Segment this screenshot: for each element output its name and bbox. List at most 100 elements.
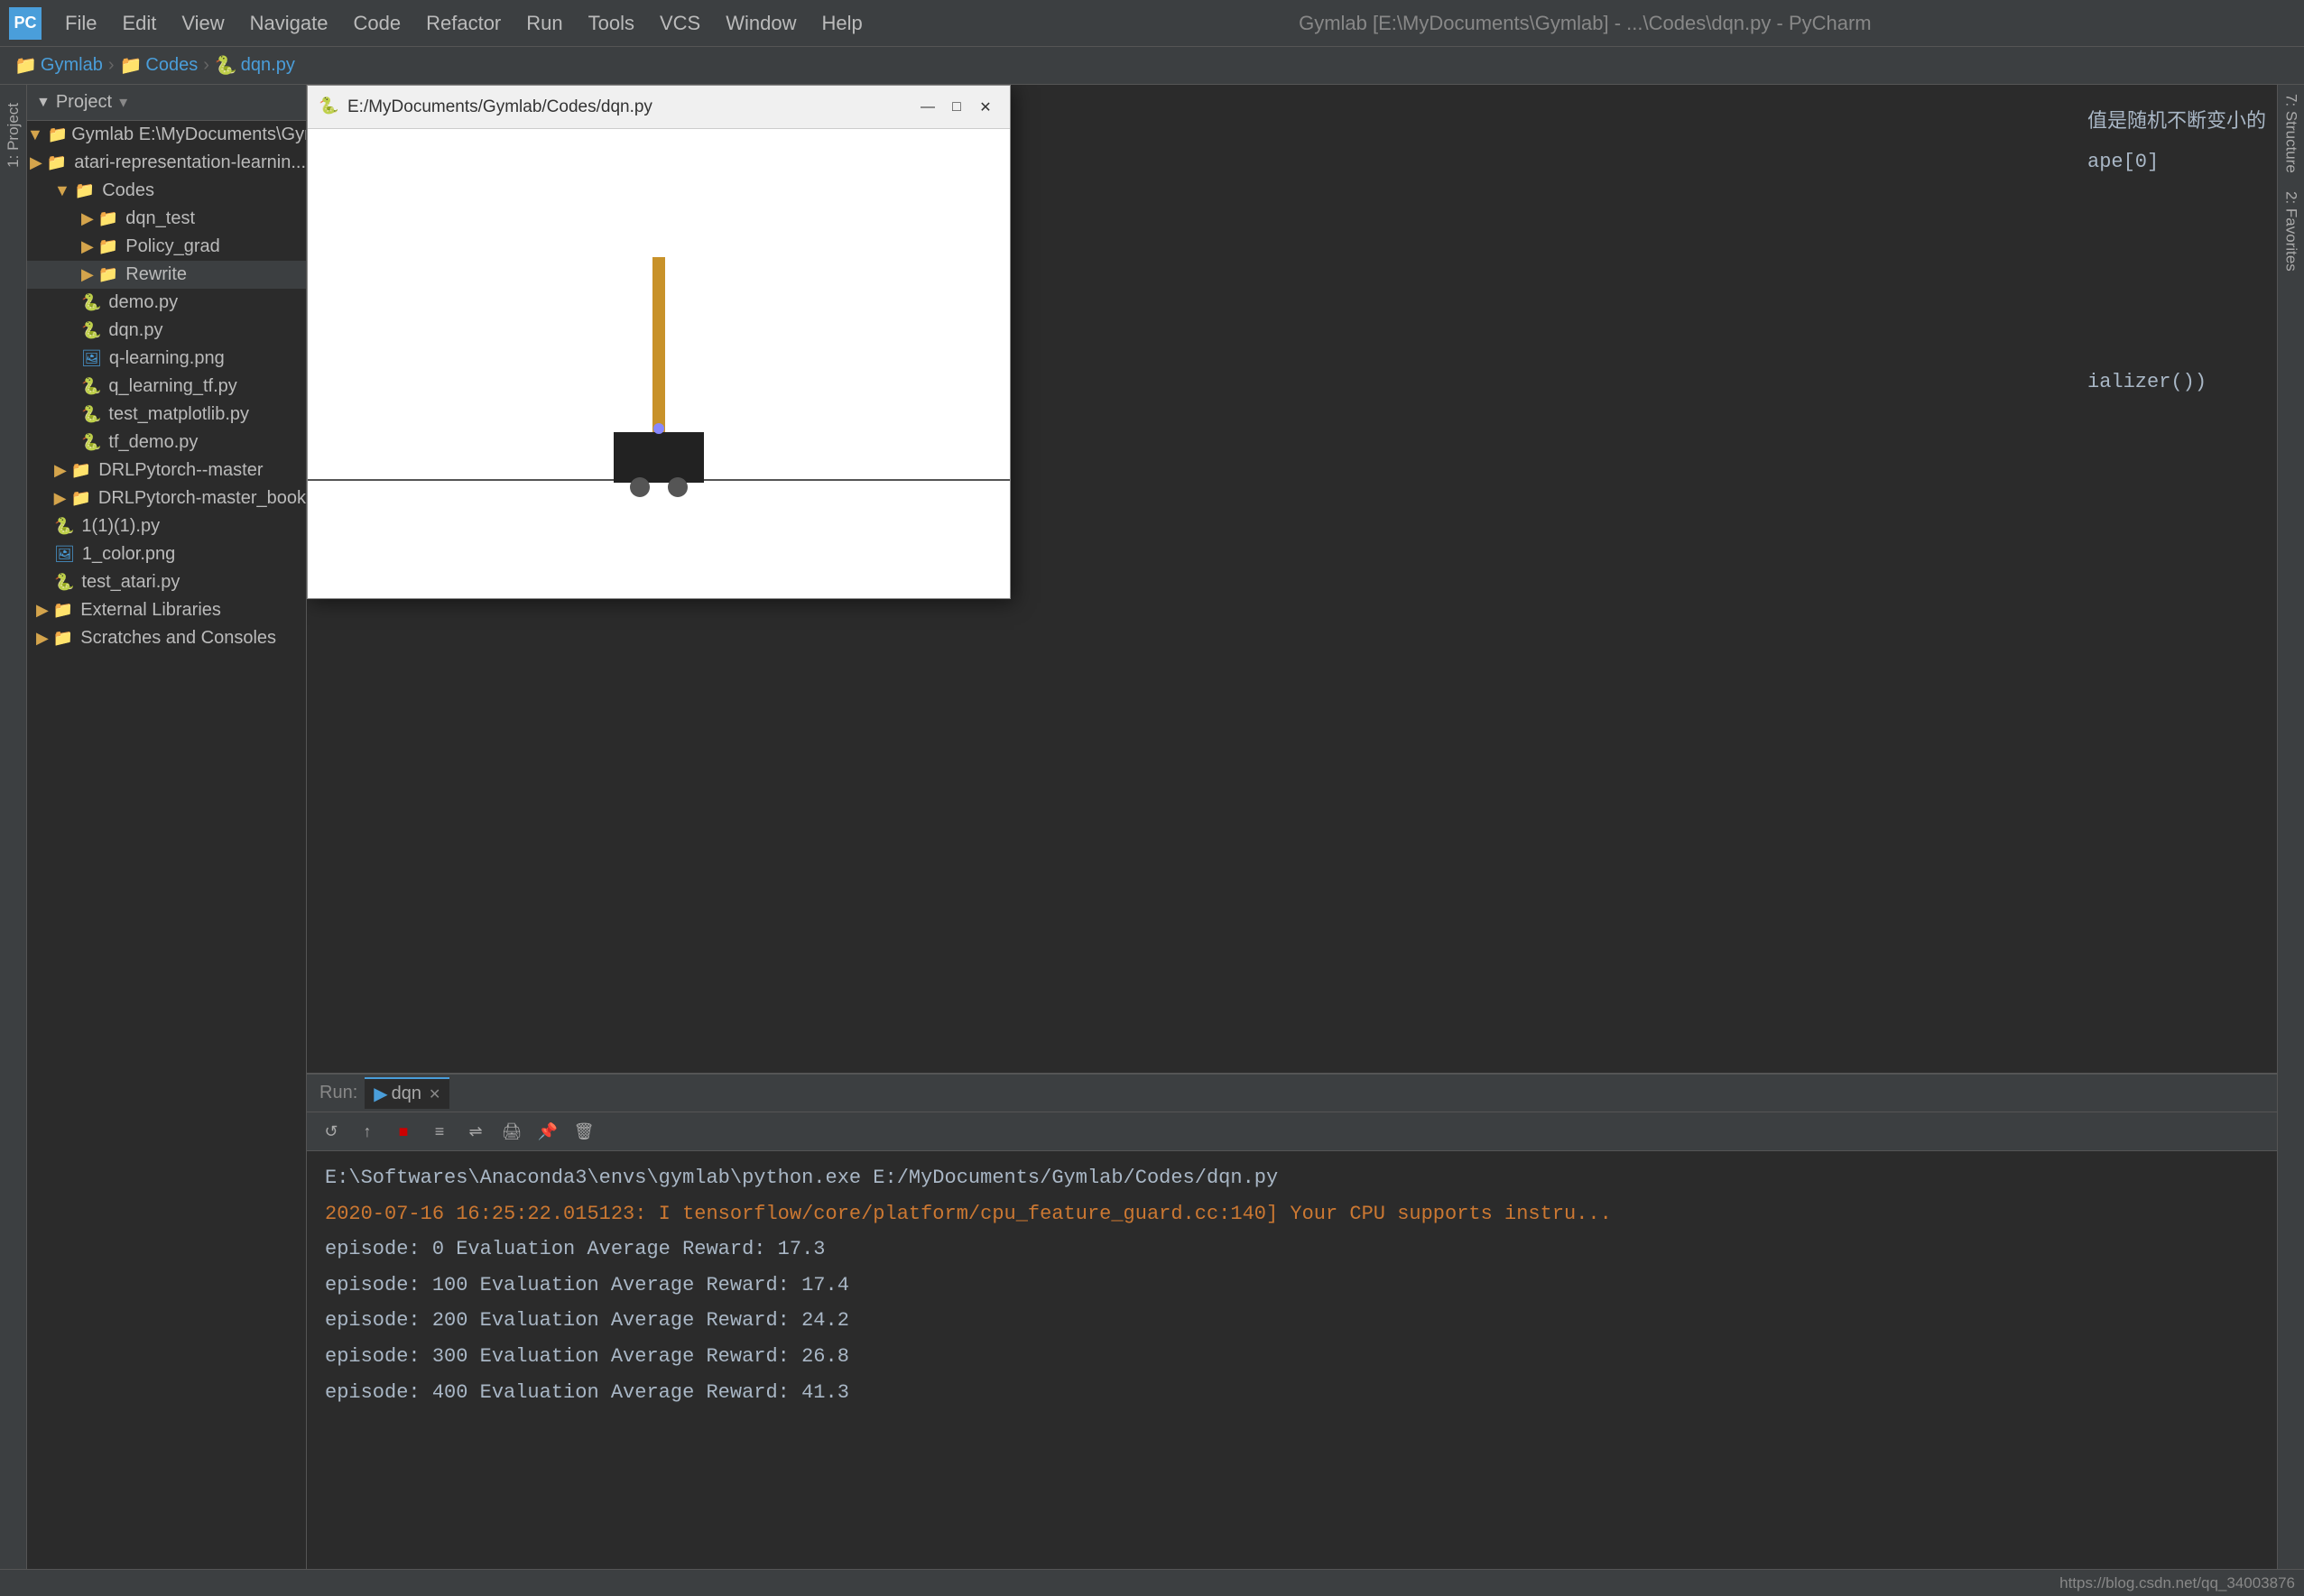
- code-line-1: 值是随机不断变小的: [2087, 103, 2268, 143]
- cartpole-cart: [614, 432, 704, 483]
- tree-item-scratches[interactable]: ▶ 📁 Scratches and Consoles: [27, 624, 306, 652]
- py-file-icon: 🐍: [81, 293, 101, 312]
- tree-label: q_learning_tf.py: [108, 376, 236, 397]
- run-tab-close-btn[interactable]: ✕: [429, 1085, 440, 1103]
- menu-vcs[interactable]: VCS: [647, 8, 713, 39]
- py-file-icon: 🐍: [54, 573, 74, 592]
- tree-item-gymlab[interactable]: ▼ 📁 Gymlab E:\MyDocuments\Gym: [27, 121, 306, 149]
- run-line-3: episode: 300 Evaluation Average Reward: …: [325, 1339, 2259, 1375]
- menu-navigate[interactable]: Navigate: [237, 8, 341, 39]
- run-tab-dqn[interactable]: ▶ dqn ✕: [365, 1077, 449, 1109]
- right-tab-structure[interactable]: 7: Structure: [2279, 85, 2304, 182]
- py-file-icon: 🐍: [54, 517, 74, 536]
- right-sidebar: 7: Structure 2: Favorites: [2277, 85, 2304, 1596]
- maximize-button[interactable]: □: [943, 94, 970, 121]
- tree-label: test_matplotlib.py: [108, 404, 249, 425]
- tree-item-rewrite[interactable]: ▶ 📁 Rewrite: [27, 261, 306, 289]
- cart-wheel-right: [668, 477, 688, 497]
- tree-label: External Libraries: [80, 600, 221, 621]
- tree-item-testmatplotlib[interactable]: 🐍 test_matplotlib.py: [27, 401, 306, 429]
- py-file-icon: 🐍: [81, 321, 101, 340]
- project-title: Project: [56, 92, 112, 113]
- run-print-btn[interactable]: 🖨: [496, 1116, 527, 1147]
- tree-label: DRLPytorch-master_book: [98, 488, 306, 509]
- tree-item-1color[interactable]: 🖼 1_color.png: [27, 540, 306, 568]
- tree-item-testatari[interactable]: 🐍 test_atari.py: [27, 568, 306, 596]
- main-layout: 1: Project ▼ Project ▾ ▼ 📁 Gymlab E:\MyD…: [0, 85, 2304, 1596]
- run-pin-btn[interactable]: 📌: [532, 1116, 563, 1147]
- cartpole-pole: [652, 257, 665, 438]
- project-caret: ▼: [36, 95, 51, 111]
- left-sidebar: 1: Project: [0, 85, 27, 1596]
- menu-window[interactable]: Window: [713, 8, 809, 39]
- tree-label: Codes: [102, 180, 154, 201]
- tree-label: dqn_test: [125, 208, 195, 229]
- code-editor-right: 值是随机不断变小的 ape[0] ializer()): [2078, 85, 2277, 420]
- breadcrumb-gymlab[interactable]: Gymlab: [41, 55, 103, 76]
- menu-help[interactable]: Help: [809, 8, 874, 39]
- tree-item-demopy[interactable]: 🐍 demo.py: [27, 289, 306, 317]
- menu-file[interactable]: File: [52, 8, 109, 39]
- breadcrumb-codes[interactable]: Codes: [145, 55, 198, 76]
- breadcrumb-bar: 📁 Gymlab › 📁 Codes › 🐍 dqn.py: [0, 47, 2304, 85]
- folder-icon: ▼ 📁: [54, 181, 95, 200]
- folder-icon: ▶ 📁: [54, 461, 91, 480]
- tree-item-policygrad[interactable]: ▶ 📁 Policy_grad: [27, 233, 306, 261]
- minimize-button[interactable]: —: [914, 94, 941, 121]
- tree-item-tfdemo[interactable]: 🐍 tf_demo.py: [27, 429, 306, 457]
- tree-item-codes[interactable]: ▼ 📁 Codes: [27, 177, 306, 205]
- tree-item-111[interactable]: 🐍 1(1)(1).py: [27, 512, 306, 540]
- right-tab-favorites[interactable]: 2: Favorites: [2279, 182, 2304, 281]
- run-line-4: episode: 400 Evaluation Average Reward: …: [325, 1375, 2259, 1411]
- tree-label: Gymlab E:\MyDocuments\Gym: [71, 125, 306, 145]
- code-line-2: ape[0]: [2087, 143, 2268, 182]
- tree-item-qlearning[interactable]: 🐍 q_learning_tf.py: [27, 373, 306, 401]
- close-button[interactable]: ✕: [972, 94, 999, 121]
- run-toolbar: ↺ ↑ ■ ≡ ⇌ 🖨 📌 🗑: [307, 1112, 2277, 1151]
- menu-tools[interactable]: Tools: [576, 8, 647, 39]
- code-line-3: ializer()): [2087, 363, 2268, 402]
- project-header[interactable]: ▼ Project ▾: [27, 85, 306, 121]
- tree-label: dqn.py: [108, 320, 162, 341]
- menu-view[interactable]: View: [169, 8, 236, 39]
- tree-label: q-learning.png: [109, 348, 225, 369]
- menu-run[interactable]: Run: [514, 8, 575, 39]
- floating-titlebar: 🐍 E:/MyDocuments/Gymlab/Codes/dqn.py — □…: [308, 86, 1010, 129]
- tree-item-drlpytorch[interactable]: ▶ 📁 DRLPytorch--master: [27, 457, 306, 484]
- tree-item-drlpytorchbook[interactable]: ▶ 📁 DRLPytorch-master_book: [27, 484, 306, 512]
- run-stop-btn[interactable]: ■: [388, 1116, 419, 1147]
- tree-item-dqntest[interactable]: ▶ 📁 dqn_test: [27, 205, 306, 233]
- status-url: https://blog.csdn.net/qq_34003876: [2059, 1574, 2295, 1592]
- tree-item-dqnpy[interactable]: 🐍 dqn.py: [27, 317, 306, 345]
- sidebar-tab-project[interactable]: 1: Project: [1, 94, 26, 177]
- folder-icon: ▶ 📁: [81, 237, 118, 256]
- run-scroll-up-btn[interactable]: ↑: [352, 1116, 383, 1147]
- menu-code[interactable]: Code: [341, 8, 414, 39]
- editor-area: 🐍 E:/MyDocuments/Gymlab/Codes/dqn.py — □…: [307, 85, 2277, 1596]
- run-output[interactable]: E:\Softwares\Anaconda3\envs\gymlab\pytho…: [307, 1151, 2277, 1591]
- py-file-icon: 🐍: [81, 433, 101, 452]
- tree-item-atari[interactable]: ▶ 📁 atari-representation-learnin...: [27, 149, 306, 177]
- tree-item-qpng[interactable]: 🖼 q-learning.png: [27, 345, 306, 373]
- run-clear-btn[interactable]: 🗑: [569, 1116, 599, 1147]
- floating-title: E:/MyDocuments/Gymlab/Codes/dqn.py: [347, 97, 912, 117]
- tree-label: Scratches and Consoles: [80, 628, 276, 649]
- run-line-2: episode: 200 Evaluation Average Reward: …: [325, 1303, 2259, 1339]
- menu-edit[interactable]: Edit: [109, 8, 169, 39]
- folder-icon: ▶ 📁: [36, 629, 73, 648]
- run-command: E:\Softwares\Anaconda3\envs\gymlab\pytho…: [325, 1160, 2259, 1196]
- py-file-icon: 🐍: [81, 405, 101, 424]
- breadcrumb-file[interactable]: dqn.py: [241, 55, 295, 76]
- floating-window: 🐍 E:/MyDocuments/Gymlab/Codes/dqn.py — □…: [307, 85, 1011, 599]
- app-logo: PC: [9, 7, 42, 40]
- run-softrap-btn[interactable]: ⇌: [460, 1116, 491, 1147]
- menu-refactor[interactable]: Refactor: [413, 8, 514, 39]
- run-line-0: episode: 0 Evaluation Average Reward: 17…: [325, 1232, 2259, 1268]
- tree-item-extlibraries[interactable]: ▶ 📁 External Libraries: [27, 596, 306, 624]
- cartpole-visualization: [308, 129, 1010, 598]
- run-line-1: episode: 100 Evaluation Average Reward: …: [325, 1268, 2259, 1304]
- menubar: PC File Edit View Navigate Code Refactor…: [0, 0, 2304, 47]
- run-restart-btn[interactable]: ↺: [316, 1116, 347, 1147]
- folder-icon: ▶ 📁: [36, 601, 73, 620]
- run-wrap-btn[interactable]: ≡: [424, 1116, 455, 1147]
